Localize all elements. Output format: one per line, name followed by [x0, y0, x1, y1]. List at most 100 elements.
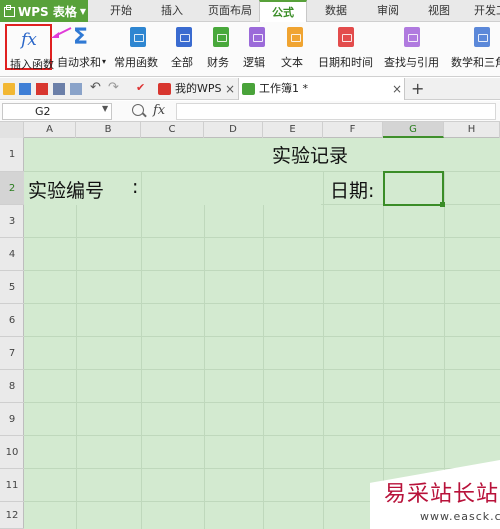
watermark-url: www.easck.com	[420, 510, 500, 523]
row-header-4[interactable]: 4	[0, 238, 24, 271]
close-icon[interactable]: ×	[225, 78, 235, 100]
active-cell-g2[interactable]	[383, 171, 444, 206]
grid-line	[24, 336, 500, 337]
quick-access-bar: ↶ ↷ ✔ 我的WPS × 工作簿1 * × +	[0, 78, 500, 100]
print-icon[interactable]	[53, 83, 65, 95]
text-icon[interactable]	[287, 27, 303, 47]
math-trig-icon[interactable]	[474, 27, 490, 47]
name-box[interactable]: G2	[2, 103, 112, 120]
open-folder-icon[interactable]	[3, 83, 15, 95]
autosum-button[interactable]: 自动求和	[57, 54, 101, 70]
row-header-6[interactable]: 6	[0, 304, 24, 337]
lookup-button[interactable]: 查找与引用	[384, 54, 439, 70]
experiment-number-label: 实验编号	[28, 180, 105, 202]
datetime-icon[interactable]	[338, 27, 354, 47]
app-menu-button[interactable]: WPS 表格 ▼	[0, 0, 88, 22]
tab-developer[interactable]: 开发工具	[474, 0, 500, 22]
row-header-2[interactable]: 2	[0, 172, 24, 205]
column-header-a[interactable]: A	[24, 122, 76, 138]
tab-data[interactable]: 数据	[325, 0, 347, 22]
row-header-3[interactable]: 3	[0, 205, 24, 238]
sigma-icon[interactable]: Σ	[73, 25, 88, 50]
fill-handle[interactable]	[440, 202, 445, 207]
pointer-arrow-icon	[51, 27, 72, 38]
save-icon[interactable]	[19, 83, 31, 95]
common-functions-icon[interactable]	[130, 27, 146, 47]
row-header-10[interactable]: 10	[0, 436, 24, 469]
chevron-down-icon: ▾	[102, 57, 107, 66]
finance-icon[interactable]	[213, 27, 229, 47]
check-icon[interactable]: ✔	[136, 81, 148, 94]
column-header-g[interactable]: G	[383, 122, 444, 138]
logic-button[interactable]: 逻辑	[243, 54, 265, 70]
close-icon[interactable]: ×	[392, 78, 402, 100]
new-tab-icon[interactable]: +	[411, 79, 424, 98]
tab-view[interactable]: 视图	[428, 0, 450, 22]
datetime-button[interactable]: 日期和时间	[318, 54, 373, 70]
row-header-7[interactable]: 7	[0, 337, 24, 370]
grid-line	[24, 303, 500, 304]
all-functions-icon[interactable]	[176, 27, 192, 47]
row-headers: 1 2 3 4 5 6 7 8 9 10 11 12	[0, 138, 24, 529]
tab-my-wps-label: 我的WPS	[175, 82, 222, 95]
grid-line	[24, 270, 500, 271]
tab-formulas[interactable]: 公式	[259, 0, 307, 23]
row-header-8[interactable]: 8	[0, 370, 24, 403]
formula-bar: G2 ▼ fx	[0, 101, 500, 122]
column-header-b[interactable]: B	[76, 122, 141, 138]
column-headers: A B C D E F G H	[0, 122, 500, 138]
grid-line	[141, 172, 142, 205]
fx-icon[interactable]: fx	[153, 103, 165, 118]
tab-review[interactable]: 审阅	[377, 0, 399, 22]
column-header-f[interactable]: F	[323, 122, 383, 138]
column-header-c[interactable]: C	[141, 122, 204, 138]
tab-workbook[interactable]: 工作簿1 * ×	[238, 78, 405, 100]
pdf-icon[interactable]	[36, 83, 48, 95]
select-all-corner[interactable]	[0, 122, 24, 138]
tab-my-wps[interactable]: 我的WPS ×	[155, 78, 237, 100]
tab-workbook-label: 工作簿1 *	[259, 82, 308, 95]
colon-label: :	[132, 176, 139, 198]
column-header-d[interactable]: D	[204, 122, 263, 138]
grid-line	[24, 468, 500, 469]
sheet-title: 实验记录	[271, 145, 348, 167]
date-label: 日期:	[330, 180, 375, 202]
wps-logo-icon	[3, 5, 15, 17]
math-trig-button[interactable]: 数学和三角	[451, 54, 500, 70]
redo-icon[interactable]: ↷	[108, 80, 120, 95]
spreadsheet-icon	[242, 83, 255, 95]
common-functions-button[interactable]: 常用函数	[114, 54, 158, 70]
column-header-h[interactable]: H	[444, 122, 500, 138]
grid-line	[24, 402, 500, 403]
all-functions-button[interactable]: 全部	[171, 54, 193, 70]
zoom-icon[interactable]	[132, 104, 144, 116]
lookup-icon[interactable]	[404, 27, 420, 47]
row-header-1[interactable]: 1	[0, 138, 24, 172]
insert-function-button[interactable]: fx 插入函数	[5, 24, 54, 71]
menu-bar: WPS 表格 ▼ 开始 插入 页面布局 公式 数据 审阅 视图 开发工具	[0, 0, 500, 23]
tab-home[interactable]: 开始	[110, 0, 132, 22]
grid-line	[24, 369, 500, 370]
logic-icon[interactable]	[249, 27, 265, 47]
formula-input[interactable]	[176, 103, 496, 120]
wps-icon	[158, 83, 171, 95]
app-name: WPS 表格	[18, 4, 77, 19]
fx-icon: fx	[21, 30, 37, 50]
text-button[interactable]: 文本	[281, 54, 303, 70]
sheet-grid[interactable]: 实验记录 实验编号 : 日期:	[24, 138, 500, 529]
finance-button[interactable]: 财务	[207, 54, 229, 70]
tab-page-layout[interactable]: 页面布局	[208, 0, 252, 22]
row-header-5[interactable]: 5	[0, 271, 24, 304]
row-header-9[interactable]: 9	[0, 403, 24, 436]
row-header-12[interactable]: 12	[0, 502, 24, 529]
tab-insert[interactable]: 插入	[161, 0, 183, 22]
grid-line	[323, 138, 324, 529]
ribbon: fx 插入函数 Σ 自动求和 ▾ 常用函数 全部 财务 逻辑 文本 日期和时间 …	[0, 22, 500, 77]
grid-line	[24, 237, 500, 238]
chevron-down-icon[interactable]: ▼	[102, 104, 108, 113]
print-preview-icon[interactable]	[70, 83, 82, 95]
row-header-11[interactable]: 11	[0, 469, 24, 502]
undo-icon[interactable]: ↶	[90, 80, 102, 95]
grid-line	[24, 435, 500, 436]
column-header-e[interactable]: E	[263, 122, 323, 138]
